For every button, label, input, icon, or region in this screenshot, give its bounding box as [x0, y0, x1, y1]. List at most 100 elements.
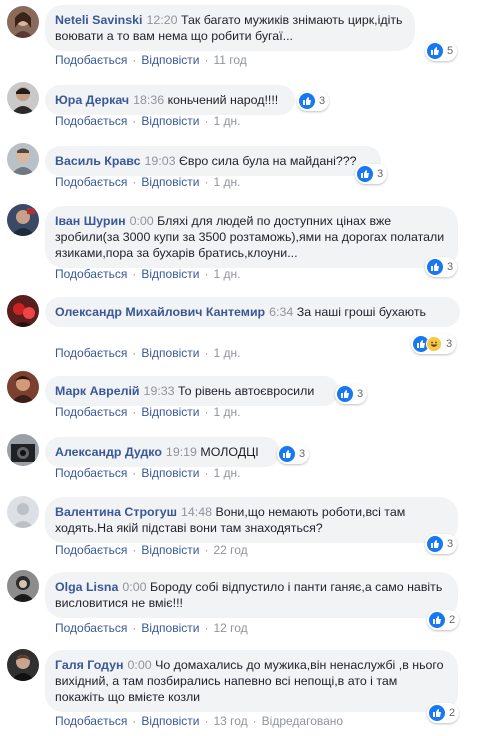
comment-actions: Подобається · Відповісти · 1 дн.	[55, 346, 241, 360]
comment-age[interactable]: 11 год	[213, 53, 246, 67]
reply-link[interactable]: Відповісти	[141, 543, 199, 557]
comment-age[interactable]: 1 дн.	[213, 405, 240, 419]
reaction-count-value: 3	[446, 338, 453, 350]
comment-time: 19:19	[165, 445, 197, 459]
comment-time: 19:33	[143, 384, 175, 398]
avatar[interactable]	[7, 434, 39, 466]
comment-actions: Подобається · Відповісти · 22 год	[55, 543, 248, 557]
reaction-count[interactable]: 2	[427, 703, 460, 723]
like-link[interactable]: Подобається	[55, 466, 127, 480]
comment-author[interactable]: Олександр Михайлович Кантемир	[55, 305, 265, 319]
avatar[interactable]	[7, 295, 39, 327]
comment-time: 0:00	[129, 214, 154, 228]
comment-time: 19:03	[144, 154, 176, 168]
comment-author[interactable]: Neteli Savinski	[55, 13, 142, 27]
reaction-count[interactable]: 3	[277, 444, 310, 464]
like-reaction-icon	[427, 259, 443, 275]
like-link[interactable]: Подобається	[55, 175, 127, 189]
reply-link[interactable]: Відповісти	[141, 346, 199, 360]
avatar[interactable]	[7, 371, 39, 403]
reaction-count-value: 2	[449, 614, 456, 626]
reply-link[interactable]: Відповісти	[141, 175, 199, 189]
comment-actions: Подобається · Відповісти · 1 дн.	[55, 114, 241, 128]
comment-age[interactable]: 1 дн.	[213, 267, 240, 281]
comment-time: 0:00	[127, 658, 152, 672]
avatar[interactable]	[7, 6, 39, 38]
comment-author[interactable]: Olga Lisna	[55, 580, 118, 594]
like-link[interactable]: Подобається	[55, 621, 127, 635]
reaction-count[interactable]: 3	[355, 164, 388, 184]
comment-bubble: Александр Дудко 19:19 МОЛОДЦІ	[45, 437, 280, 467]
comment-bubble: Olga Lisna 0:00 Бороду собі відпустило і …	[45, 572, 458, 618]
reply-link[interactable]: Відповісти	[141, 267, 199, 281]
like-link[interactable]: Подобається	[55, 405, 127, 419]
edited-label[interactable]: Відредаговано	[262, 714, 343, 728]
comment-author[interactable]: Василь Кравс	[55, 154, 141, 168]
comment-actions: Подобається · Відповісти · 1 дн.	[55, 466, 241, 480]
comment-time: 14:48	[180, 505, 212, 519]
reaction-count[interactable]: 3	[411, 334, 457, 354]
comment-author[interactable]: Галя Годун	[55, 658, 124, 672]
reaction-count[interactable]: 3	[425, 534, 458, 554]
reply-link[interactable]: Відповісти	[141, 114, 199, 128]
like-reaction-icon	[299, 93, 315, 109]
reaction-count[interactable]: 3	[335, 384, 368, 404]
reaction-count-value: 3	[447, 538, 454, 550]
comment-time: 12:20	[146, 13, 178, 27]
like-link[interactable]: Подобається	[55, 53, 127, 67]
reaction-count[interactable]: 2	[427, 610, 460, 630]
reaction-count-value: 3	[377, 168, 384, 180]
reaction-count-value: 3	[299, 448, 306, 460]
haha-reaction-icon	[426, 336, 442, 352]
avatar[interactable]	[7, 570, 39, 602]
comment-age[interactable]: 1 дн.	[213, 175, 240, 189]
comment-author[interactable]: Валентина Строгуш	[55, 505, 177, 519]
comment-author[interactable]: Марк Аврелій	[55, 384, 140, 398]
reply-link[interactable]: Відповісти	[141, 466, 199, 480]
comment-actions: Подобається · Відповісти · 13 год · Відредагов…	[55, 714, 344, 728]
like-link[interactable]: Подобається	[55, 114, 127, 128]
reply-link[interactable]: Відповісти	[141, 405, 199, 419]
reply-link[interactable]: Відповісти	[141, 53, 199, 67]
reaction-count[interactable]: 3	[297, 91, 330, 111]
comment-age[interactable]: 1 дн.	[213, 346, 240, 360]
like-link[interactable]: Подобається	[55, 267, 127, 281]
avatar[interactable]	[7, 82, 39, 114]
comment-time: 6:34	[269, 305, 294, 319]
like-link[interactable]: Подобається	[55, 543, 127, 557]
comment-age[interactable]: 22 год	[213, 543, 247, 557]
reaction-count-value: 2	[449, 707, 456, 719]
like-reaction-icon	[429, 612, 445, 628]
comment-text: Євро сила була на майдані???	[178, 154, 357, 168]
like-link[interactable]: Подобається	[55, 714, 127, 728]
comment-actions: Подобається · Відповісти · 12 год	[55, 621, 248, 635]
comment-bubble: Іван Шурин 0:00 Бляхі для людей по доступ…	[45, 206, 458, 268]
avatar[interactable]	[7, 649, 39, 681]
like-reaction-icon	[337, 386, 353, 402]
comment-age[interactable]: 1 дн.	[213, 114, 240, 128]
comment-author[interactable]: Іван Шурин	[55, 214, 126, 228]
comment-time: 18:36	[133, 93, 165, 107]
reaction-count[interactable]: 5	[425, 41, 458, 61]
comment-author[interactable]: Александр Дудко	[55, 445, 162, 459]
comment-age[interactable]: 1 дн.	[213, 466, 240, 480]
comment-text: То рівень автоєвросили	[178, 384, 315, 398]
like-reaction-icon	[427, 536, 443, 552]
reaction-count-value: 3	[319, 95, 326, 107]
like-link[interactable]: Подобається	[55, 346, 127, 360]
like-reaction-icon	[357, 166, 373, 182]
comment-bubble: Neteli Savinski 12:20 Так багато мужиків …	[45, 5, 415, 51]
comment-text: За наші гроші бухають	[296, 305, 426, 319]
avatar[interactable]	[7, 496, 39, 528]
reaction-count[interactable]: 3	[425, 257, 458, 277]
comment-age[interactable]: 13 год	[213, 714, 247, 728]
avatar[interactable]	[7, 143, 39, 175]
comment-bubble: Василь Кравс 19:03 Євро сила була на майд…	[45, 146, 381, 176]
comment-text: МОЛОДЦІ	[200, 445, 259, 459]
comment-age[interactable]: 12 год	[213, 621, 247, 635]
reply-link[interactable]: Відповісти	[141, 714, 199, 728]
avatar[interactable]	[7, 204, 39, 236]
reply-link[interactable]: Відповісти	[141, 621, 199, 635]
comment-author[interactable]: Юра Деркач	[55, 93, 129, 107]
reaction-count-value: 3	[447, 261, 454, 273]
